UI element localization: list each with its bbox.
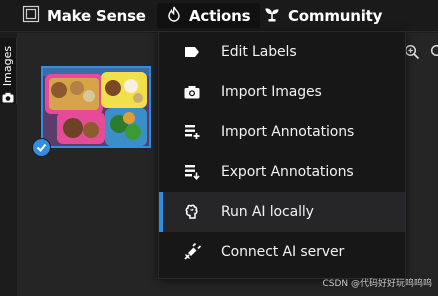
actions-dropdown-menu: Edit Labels Import Images Import Annotat… — [158, 31, 406, 279]
export-annotations-icon — [183, 163, 201, 181]
menu-item-edit-labels[interactable]: Edit Labels — [159, 32, 405, 72]
menu-item-label: Connect AI server — [221, 244, 345, 260]
images-tab-label: Images — [1, 45, 14, 87]
menu-item-label: Import Annotations — [221, 124, 355, 140]
plug-icon — [183, 243, 201, 261]
top-navigation-bar: Make Sense Actions Community — [0, 0, 438, 32]
nav-actions-label: Actions — [189, 6, 251, 25]
nav-actions-button[interactable]: Actions — [157, 3, 261, 28]
camera-icon — [2, 88, 14, 107]
zoom-in-icon[interactable] — [404, 44, 420, 64]
flame-icon — [167, 6, 181, 26]
brand[interactable]: Make Sense — [22, 0, 146, 31]
zoom-out-icon[interactable] — [430, 44, 438, 64]
menu-item-run-ai-locally[interactable]: Run AI locally — [159, 192, 405, 232]
make-sense-logo-icon — [22, 5, 40, 27]
ai-chip-icon — [183, 203, 201, 221]
menu-item-label: Run AI locally — [221, 204, 314, 220]
image-thumbnail[interactable] — [41, 66, 151, 148]
menu-item-connect-ai-server[interactable]: Connect AI server — [159, 232, 405, 272]
menu-item-label: Edit Labels — [221, 44, 297, 60]
nav-community-button[interactable]: Community — [254, 3, 392, 28]
label-tag-icon — [183, 43, 201, 61]
bento-photo — [43, 68, 149, 146]
watermark-text: CSDN @代码好好玩呜呜呜 — [322, 279, 432, 289]
active-indicator-bar — [159, 192, 163, 232]
menu-item-label: Import Images — [221, 84, 322, 100]
images-side-tab[interactable]: Images — [0, 38, 17, 104]
menu-item-label: Export Annotations — [221, 164, 354, 180]
plant-icon — [264, 6, 280, 26]
menu-item-import-images[interactable]: Import Images — [159, 72, 405, 112]
import-annotations-icon — [183, 123, 201, 141]
camera-icon — [183, 83, 201, 101]
nav-community-label: Community — [288, 6, 383, 25]
brand-name: Make Sense — [47, 6, 146, 25]
annotated-check-icon — [32, 138, 51, 157]
menu-item-import-annotations[interactable]: Import Annotations — [159, 112, 405, 152]
menu-item-export-annotations[interactable]: Export Annotations — [159, 152, 405, 192]
